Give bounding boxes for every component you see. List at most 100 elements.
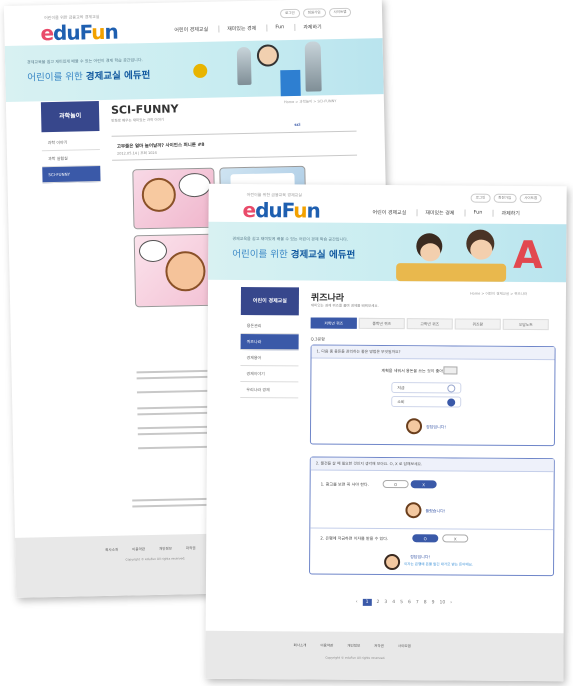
page-title: SCI-FUNNY [110, 102, 179, 117]
rocket-illustration [236, 46, 252, 86]
sidebar-item[interactable]: 과학 이야기 [41, 134, 100, 152]
answer-option-selected[interactable]: 소비 [391, 396, 462, 408]
footer-links: 회사소개 이용약관 개인정보 저작권 사이트맵 [293, 643, 410, 649]
nav-item[interactable]: 과제하기 [492, 209, 520, 217]
radio-button-selected[interactable] [447, 397, 456, 406]
page-number[interactable]: 3 [384, 600, 387, 605]
footer-link[interactable]: 회사소개 [293, 643, 306, 648]
page-number[interactable]: 8 [424, 600, 427, 605]
next-page-button[interactable]: › [450, 600, 452, 605]
answer-o-button[interactable]: O [382, 479, 409, 489]
result-message: 틀렸습니다! [425, 508, 446, 514]
question-prompt: 1. 광고를 보면 꼭 사야 한다. [320, 481, 369, 487]
page-number[interactable]: 5 [400, 600, 403, 605]
footer-link[interactable]: 개인정보 [347, 644, 360, 649]
sidebar-item[interactable]: 우리나라 경제 [240, 381, 299, 399]
kid-illustration [256, 44, 280, 67]
banner: 경제교육을 쉽고 재미있게 배울 수 있는 어린이 경제 학습 공간입니다. 어… [208, 221, 567, 283]
logo[interactable]: eduFun [40, 20, 118, 46]
page-number-active[interactable]: 1 [362, 598, 372, 606]
footer-copyright: Copyright © eduFun All rights reserved. [125, 556, 186, 562]
top-buttons: 로그인 회원가입 사이트맵 [279, 7, 352, 19]
article-meta: 2012.05.14 | 조회 1024 [116, 150, 157, 156]
page-number[interactable]: 2 [376, 600, 379, 605]
banner-title: 어린이를 위한 경제교실 에듀펀 [27, 69, 151, 84]
footer-link[interactable]: 저작권 [186, 546, 196, 551]
nav-item[interactable]: Fun [266, 24, 285, 32]
join-button[interactable]: 회원가입 [493, 193, 517, 203]
desk-illustration [396, 263, 507, 282]
footer-link[interactable]: 이용약관 [320, 644, 333, 649]
banner-subtitle: 경제교육을 쉽고 재미있게 배울 수 있는 어린이 경제 학습 공간입니다. [26, 57, 143, 65]
tab-mid-grade[interactable]: 중학년 퀴즈 [358, 317, 405, 330]
page-number[interactable]: 9 [432, 600, 435, 605]
nav-item[interactable]: 재미있는 경제 [416, 209, 455, 217]
banner-title: 어린이를 위한 경제교실 에듀펀 [232, 248, 356, 261]
footer-link[interactable]: 개인정보 [159, 547, 172, 552]
footer-link[interactable]: 저작권 [374, 644, 384, 649]
answer-dropdown[interactable] [443, 366, 458, 375]
speech-bubble [138, 239, 168, 263]
quiz-tabs: 저학년 퀴즈 중학년 퀴즈 고학년 퀴즈 퀴즈왕 오답노트 [310, 317, 549, 331]
page-description: 재미있는 경제 퀴즈를 풀며 경제를 배워보세요. [310, 303, 379, 308]
tab-high-grade[interactable]: 고학년 퀴즈 [406, 318, 453, 330]
tagline: 어린이를 위한 금융교육 경제교실 [246, 192, 303, 198]
speech-bubble [178, 172, 211, 198]
nav-item[interactable]: 어린이 경제교실 [373, 209, 407, 216]
prev-page-button[interactable]: ‹ [356, 600, 358, 605]
global-nav: 어린이 경제교실 재미있는 경제 Fun 과제하기 [373, 209, 520, 217]
sidebar-item-active[interactable]: 퀴즈나라 [240, 333, 299, 351]
page-number[interactable]: 6 [408, 600, 411, 605]
page-number[interactable]: 7 [416, 600, 419, 605]
answer-o-button-selected[interactable]: O [412, 534, 439, 543]
footer-link[interactable]: 회사소개 [105, 548, 118, 553]
login-button[interactable]: 로그인 [279, 8, 300, 19]
join-button[interactable]: 회원가입 [302, 8, 326, 18]
breadcrumb: Home > 과학놀이 > SCI-FUNNY [283, 99, 337, 105]
front-page-screenshot: eduFun 어린이를 위한 금융교육 경제교실 로그인 회원가입 사이트맵 어… [205, 183, 567, 682]
hint-text: 이자는 은행에 돈을 맡긴 대가로 받는 돈이에요. [404, 562, 474, 567]
result-message: 정답입니다! [426, 424, 447, 430]
tab-low-grade[interactable]: 저학년 퀴즈 [310, 317, 357, 329]
answer-x-button[interactable]: X [442, 534, 469, 543]
sitemap-button[interactable]: 사이트맵 [519, 193, 543, 204]
divider [111, 130, 357, 137]
rocket-illustration [304, 41, 322, 92]
nav-item[interactable]: 어린이 경제교실 [174, 26, 208, 34]
article-title: 고무줄은 얼마 늘어날까? 사이언스 퍼니툰 #8 [116, 142, 205, 150]
comic-panel [133, 233, 218, 308]
answer-x-button-selected[interactable]: X [410, 480, 437, 489]
sidebar-item[interactable]: 경제이야기 [240, 365, 299, 383]
logo[interactable]: eduFun [242, 198, 319, 223]
tab-quiz-king[interactable]: 퀴즈왕 [454, 318, 501, 330]
question-prompt: 2. 은행에 저금하면 이자를 받을 수 있다. [320, 535, 389, 542]
banner-subtitle: 경제교육을 쉽고 재미있게 배울 수 있는 어린이 경제 학습 공간입니다. [232, 235, 349, 242]
tagline: 어린이를 위한 금융교육 경제교실 [44, 14, 100, 21]
footer-link[interactable]: 사이트맵 [398, 644, 411, 649]
tab-wrong-note[interactable]: 오답노트 [502, 318, 549, 331]
sidebar-item[interactable]: 용돈관리 [240, 317, 299, 335]
comic-character [165, 250, 206, 292]
radio-button[interactable] [447, 383, 456, 392]
sitemap-button[interactable]: 사이트맵 [328, 7, 352, 18]
nav-item[interactable]: 재미있는 경제 [218, 24, 257, 33]
answer-option[interactable]: 저금 [391, 382, 462, 394]
banner: 경제교육을 쉽고 재미있게 배울 수 있는 어린이 경제 학습 공간입니다. 어… [4, 38, 384, 103]
login-button[interactable]: 로그인 [470, 193, 491, 203]
global-nav: 어린이 경제교실 재미있는 경제 Fun 과제하기 [174, 23, 322, 34]
footer-links: 회사소개 이용약관 개인정보 저작권 [105, 546, 195, 553]
character-face-icon [405, 502, 422, 519]
question-prompt: 계획을 세워서 용돈을 쓰는 것이 좋아요. [381, 367, 448, 374]
sidebar-item-active[interactable]: SCI-FUNNY [42, 166, 101, 184]
sidebar-item[interactable]: 경제용어 [240, 349, 299, 367]
pagination: ‹ 1 2 3 4 5 6 7 8 9 10 › [356, 598, 452, 607]
nav-item[interactable]: Fun [464, 209, 483, 217]
nav-item[interactable]: 과제하기 [294, 23, 322, 31]
quiz-question-1: 1. 다음 중 용돈을 관리하는 좋은 방법은 무엇일까요? 계획을 세워서 용… [309, 344, 556, 447]
building-illustration [280, 69, 301, 97]
letter-a-illustration: A [513, 232, 543, 278]
page-number[interactable]: 10 [439, 600, 445, 605]
footer-link[interactable]: 이용약관 [132, 547, 145, 552]
page-number[interactable]: 4 [392, 600, 395, 605]
sidebar-item[interactable]: 과학 실험실 [41, 150, 101, 168]
